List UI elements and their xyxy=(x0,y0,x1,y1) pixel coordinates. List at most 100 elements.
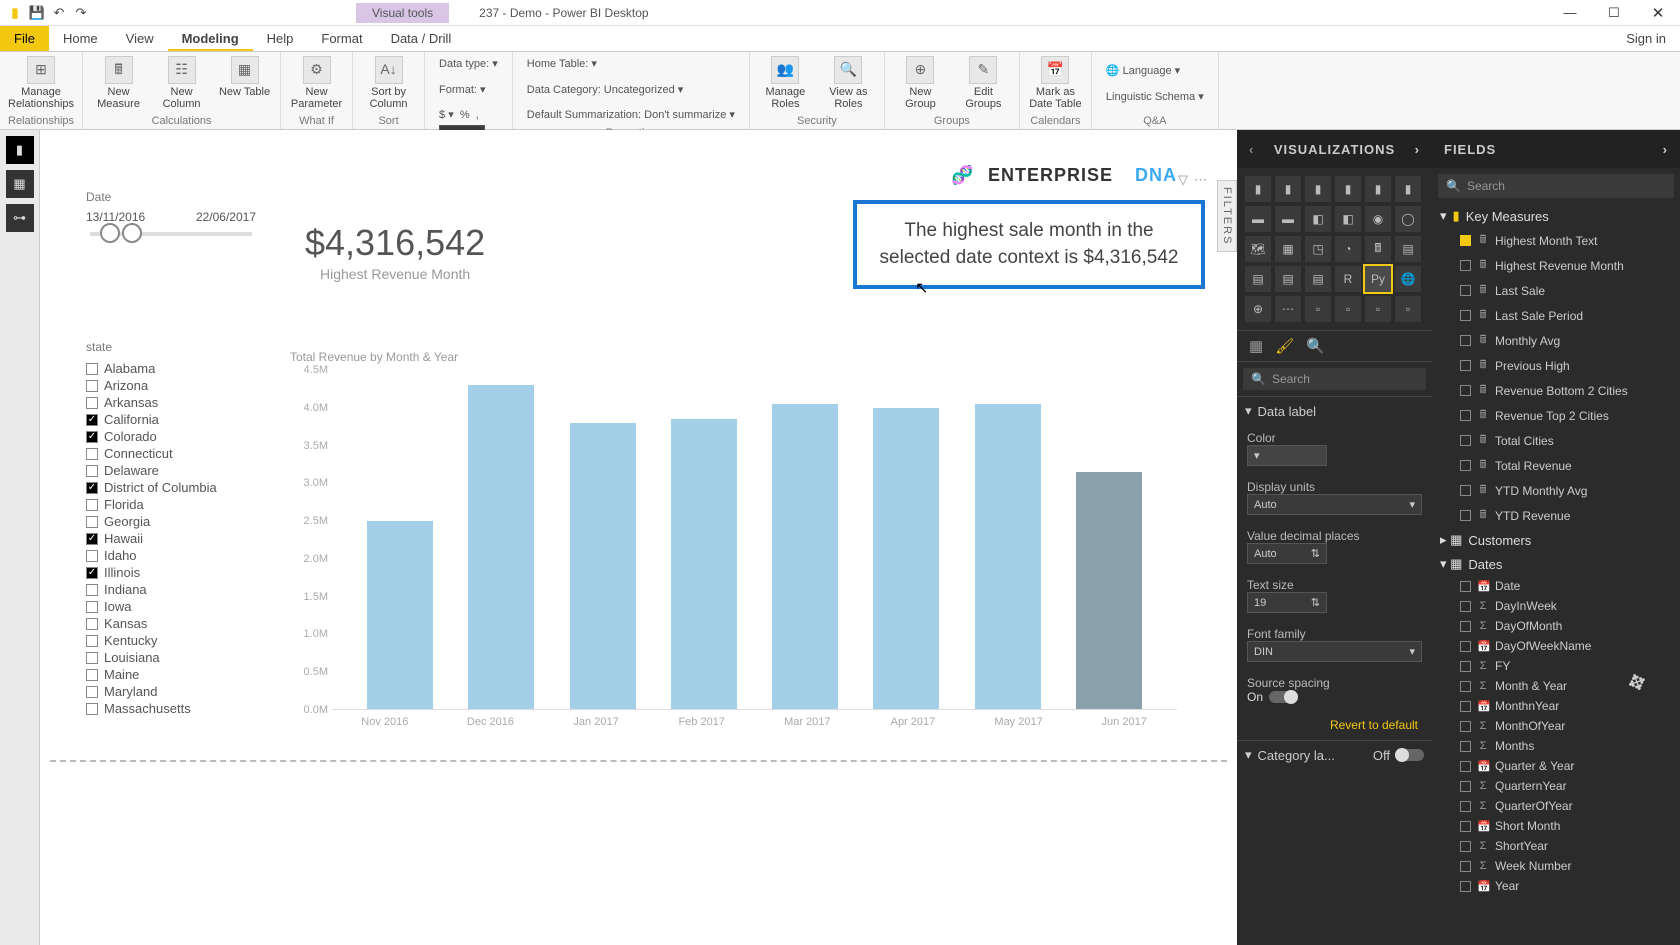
field-item[interactable]: ΣQuarternYear xyxy=(1432,776,1680,796)
visual-type-icon[interactable]: R xyxy=(1335,266,1361,292)
chart-bar[interactable] xyxy=(975,404,1041,709)
field-item[interactable]: ΣWeek Number xyxy=(1432,856,1680,876)
field-item[interactable]: 🖩Revenue Bottom 2 Cities xyxy=(1432,378,1680,403)
visual-header-tools[interactable]: ▽⋯ xyxy=(1178,172,1207,188)
visual-type-icon[interactable]: ▦ xyxy=(1275,236,1301,262)
font-family-select[interactable]: DIN▾ xyxy=(1247,641,1422,662)
state-item[interactable]: ✓Illinois xyxy=(86,564,256,581)
visual-type-icon[interactable]: ◯ xyxy=(1395,206,1421,232)
sort-by-column-button[interactable]: A↓Sort by Column xyxy=(361,56,416,110)
field-item[interactable]: ΣShortYear xyxy=(1432,836,1680,856)
state-item[interactable]: Kansas xyxy=(86,615,256,632)
visual-type-icon[interactable]: ▫ xyxy=(1335,296,1361,322)
tab-file[interactable]: File xyxy=(0,26,49,51)
state-item[interactable]: Maryland xyxy=(86,683,256,700)
field-item[interactable]: ΣMonths xyxy=(1432,736,1680,756)
visual-type-icon[interactable]: 🖩 xyxy=(1365,236,1391,262)
field-item[interactable]: 📅Quarter & Year xyxy=(1432,756,1680,776)
minimize-button[interactable]: — xyxy=(1548,0,1592,26)
visual-type-icon[interactable]: ▤ xyxy=(1275,266,1301,292)
tab-help[interactable]: Help xyxy=(253,26,308,51)
field-item[interactable]: 📅Short Month xyxy=(1432,816,1680,836)
kpi-card[interactable]: $4,316,542 Highest Revenue Month xyxy=(305,222,485,282)
analytics-tab-icon[interactable]: 🔍 xyxy=(1306,337,1325,355)
field-item[interactable]: 🖩Previous High xyxy=(1432,353,1680,378)
field-item[interactable]: 📅Date xyxy=(1432,576,1680,596)
field-item[interactable]: 🖩YTD Revenue xyxy=(1432,503,1680,528)
customers-group[interactable]: ▸ ▦ Customers xyxy=(1432,528,1680,552)
field-item[interactable]: 🖩Highest Revenue Month xyxy=(1432,253,1680,278)
new-measure-button[interactable]: 🖩New Measure xyxy=(91,56,146,110)
key-measures-group[interactable]: ▾ ▮ Key Measures xyxy=(1432,204,1680,228)
state-item[interactable]: Kentucky xyxy=(86,632,256,649)
field-item[interactable]: 🖩Monthly Avg xyxy=(1432,328,1680,353)
bar-chart[interactable]: Total Revenue by Month & Year 0.0M0.5M1.… xyxy=(290,350,1177,720)
new-parameter-button[interactable]: ⚙New Parameter xyxy=(289,56,344,110)
field-item[interactable]: 📅Year xyxy=(1432,876,1680,896)
visual-type-icon[interactable]: ▫ xyxy=(1395,296,1421,322)
tab-home[interactable]: Home xyxy=(49,26,112,51)
manage-roles-button[interactable]: 👥Manage Roles xyxy=(758,56,813,110)
state-item[interactable]: Arizona xyxy=(86,377,256,394)
color-picker[interactable]: ▾ xyxy=(1247,445,1327,466)
format-search[interactable]: 🔍 Search xyxy=(1243,368,1426,390)
visual-type-icon[interactable]: ▮ xyxy=(1335,176,1361,202)
state-item[interactable]: Idaho xyxy=(86,547,256,564)
filters-collapsed[interactable]: FILTERS xyxy=(1217,180,1237,252)
visual-type-icon[interactable]: ▮ xyxy=(1365,176,1391,202)
date-slicer[interactable]: Date 13/11/201622/06/2017 xyxy=(86,190,256,244)
state-item[interactable]: Indiana xyxy=(86,581,256,598)
field-item[interactable]: 🖩Total Revenue xyxy=(1432,453,1680,478)
tab-drill[interactable]: Data / Drill xyxy=(377,26,466,51)
source-spacing-toggle[interactable]: On xyxy=(1247,690,1422,704)
view-as-roles-button[interactable]: 🔍View as Roles xyxy=(821,56,876,110)
visual-type-icon[interactable]: Py xyxy=(1365,266,1391,292)
visual-type-icon[interactable]: 🌐 xyxy=(1395,266,1421,292)
field-item[interactable]: 🖩Last Sale xyxy=(1432,278,1680,303)
chart-bar[interactable] xyxy=(772,404,838,709)
report-view-icon[interactable]: ▮ xyxy=(6,136,34,164)
chart-bar[interactable] xyxy=(1076,472,1142,709)
mark-date-table-button[interactable]: 📅Mark as Date Table xyxy=(1028,56,1083,110)
data-view-icon[interactable]: ▦ xyxy=(6,170,34,198)
edit-groups-button[interactable]: ✎Edit Groups xyxy=(956,56,1011,110)
state-item[interactable]: Arkansas xyxy=(86,394,256,411)
visual-type-icon[interactable]: ◧ xyxy=(1305,206,1331,232)
state-item[interactable]: Florida xyxy=(86,496,256,513)
visual-type-icon[interactable]: ▫ xyxy=(1305,296,1331,322)
undo-icon[interactable]: ↶ xyxy=(50,4,68,22)
state-item[interactable]: Delaware xyxy=(86,462,256,479)
field-item[interactable]: ΣQuarterOfYear xyxy=(1432,796,1680,816)
state-item[interactable]: Louisiana xyxy=(86,649,256,666)
visual-type-icon[interactable]: ▤ xyxy=(1245,266,1271,292)
display-units-select[interactable]: Auto▾ xyxy=(1247,494,1422,515)
state-item[interactable]: Maine xyxy=(86,666,256,683)
field-item[interactable]: 🖩Highest Month Text xyxy=(1432,228,1680,253)
visual-type-icon[interactable]: ▤ xyxy=(1395,236,1421,262)
visual-type-icon[interactable]: ▮ xyxy=(1305,176,1331,202)
state-item[interactable]: ✓Colorado xyxy=(86,428,256,445)
visual-type-grid[interactable]: ▮▮▮▮▮▮▬▬◧◧◉◯🗺▦◳◔🖩▤▤▤▤RPy🌐⊕⋯▫▫▫▫ xyxy=(1237,168,1432,330)
category-label-section[interactable]: ▾ Category la... Off xyxy=(1237,740,1432,769)
data-label-section[interactable]: ▾ Data label xyxy=(1237,396,1432,425)
visual-type-icon[interactable]: ◔ xyxy=(1335,236,1361,262)
tab-modeling[interactable]: Modeling xyxy=(168,26,253,51)
signin-link[interactable]: Sign in xyxy=(1612,26,1680,51)
visual-type-icon[interactable]: ◉ xyxy=(1365,206,1391,232)
state-slicer[interactable]: state AlabamaArizonaArkansas✓California✓… xyxy=(86,340,256,717)
revert-default-link[interactable]: Revert to default xyxy=(1237,710,1432,740)
visual-type-icon[interactable]: 🗺 xyxy=(1245,236,1271,262)
tab-view[interactable]: View xyxy=(112,26,168,51)
state-item[interactable]: Connecticut xyxy=(86,445,256,462)
date-slider[interactable] xyxy=(90,232,252,236)
field-item[interactable]: 🖩Total Cities xyxy=(1432,428,1680,453)
visual-type-icon[interactable]: ◧ xyxy=(1335,206,1361,232)
visual-type-icon[interactable]: ▮ xyxy=(1275,176,1301,202)
visual-type-icon[interactable]: ▫ xyxy=(1365,296,1391,322)
visual-type-icon[interactable]: ▬ xyxy=(1275,206,1301,232)
visual-type-icon[interactable]: ⊕ xyxy=(1245,296,1271,322)
visual-type-icon[interactable]: ▮ xyxy=(1395,176,1421,202)
chart-bar[interactable] xyxy=(873,408,939,709)
chart-bar[interactable] xyxy=(570,423,636,709)
report-canvas[interactable]: FILTERS 🧬 ENTERPRISE DNA ▽⋯ Date 13/11/2… xyxy=(40,130,1237,945)
